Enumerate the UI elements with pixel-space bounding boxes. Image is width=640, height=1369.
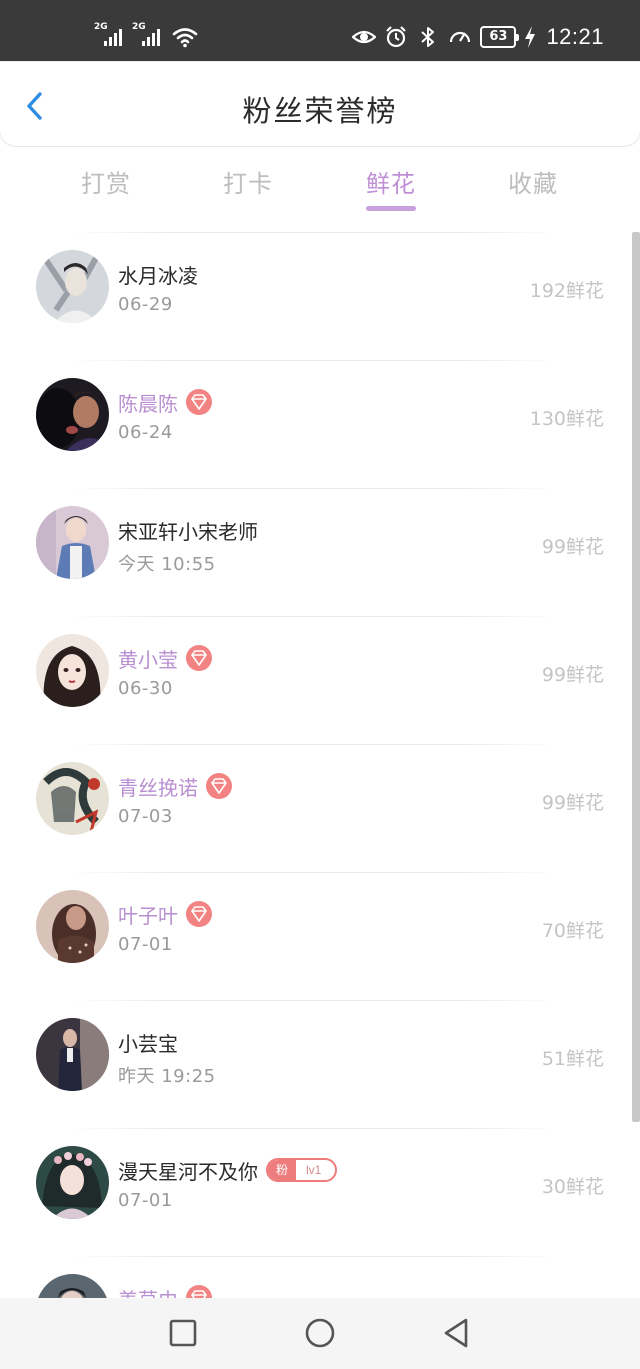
diamond-icon	[191, 1290, 207, 1298]
avatar[interactable]	[36, 250, 109, 323]
app-header: 粉丝荣誉榜	[0, 62, 640, 146]
list-item[interactable]: 宋亚轩小宋老师 今天 10:55 99鲜花	[0, 488, 630, 616]
fan-ranking-list[interactable]: 水月冰凌 06-29 192鲜花 陈晨陈 06-24 130鲜花 宋亚轩小宋老师…	[0, 232, 630, 1298]
list-item[interactable]: 叶子叶 07-01 70鲜花	[0, 872, 630, 1000]
gift-date: 07-01	[118, 1190, 173, 1211]
user-name[interactable]: 叶子叶	[118, 900, 178, 929]
charging-icon	[525, 26, 536, 48]
page-title: 粉丝荣誉榜	[242, 94, 398, 128]
avatar[interactable]	[36, 762, 109, 835]
divider	[70, 232, 560, 233]
tab-checkin[interactable]: 打卡	[198, 164, 298, 199]
list-item[interactable]: 姜草由	[0, 1256, 630, 1298]
user-name[interactable]: 宋亚轩小宋老师	[118, 516, 258, 545]
scrollbar[interactable]	[632, 232, 640, 1122]
avatar[interactable]	[36, 634, 109, 707]
avatar[interactable]	[36, 378, 109, 451]
user-name[interactable]: 姜草由	[118, 1284, 178, 1299]
flower-count: 70鲜花	[541, 920, 604, 942]
gift-date: 06-29	[118, 294, 173, 315]
user-name[interactable]: 小芸宝	[118, 1028, 178, 1057]
list-item[interactable]: 漫天星河不及你 粉 lv1 07-01 30鲜花	[0, 1128, 630, 1256]
flower-count: 99鲜花	[541, 792, 604, 814]
divider	[70, 488, 560, 489]
list-item[interactable]: 黄小莹 06-30 99鲜花	[0, 616, 630, 744]
back-triangle-icon[interactable]	[440, 1316, 474, 1350]
diamond-icon	[191, 906, 207, 922]
list-item[interactable]: 陈晨陈 06-24 130鲜花	[0, 360, 630, 488]
avatar[interactable]	[36, 1146, 109, 1219]
gift-date: 06-30	[118, 678, 173, 699]
gift-date: 昨天 19:25	[118, 1066, 216, 1087]
avatar[interactable]	[36, 1274, 109, 1298]
clock: 12:21	[546, 24, 604, 49]
flower-count: 192鲜花	[529, 280, 604, 302]
user-name[interactable]: 陈晨陈	[118, 388, 178, 417]
avatar[interactable]	[36, 506, 109, 579]
system-navigation-bar	[0, 1298, 640, 1369]
avatar[interactable]	[36, 890, 109, 963]
divider	[70, 360, 560, 361]
divider	[70, 616, 560, 617]
diamond-icon	[191, 394, 207, 410]
signal-icon: 2G	[94, 22, 124, 48]
tab-favorites[interactable]: 收藏	[483, 164, 583, 199]
divider	[70, 1128, 560, 1129]
avatar[interactable]	[36, 1018, 109, 1091]
diamond-icon	[211, 778, 227, 794]
gift-date: 07-03	[118, 806, 173, 827]
user-name[interactable]: 黄小莹	[118, 644, 178, 673]
fan-level-badge: 粉 lv1	[266, 1158, 338, 1182]
flower-count: 99鲜花	[541, 536, 604, 558]
fan-badge-label: 粉	[268, 1160, 297, 1180]
tab-reward[interactable]: 打赏	[56, 164, 156, 199]
gift-date: 06-24	[118, 422, 173, 443]
gift-date: 今天 10:55	[118, 554, 216, 575]
fan-badge-level: lv1	[306, 1163, 322, 1177]
tab-flowers[interactable]: 鲜花	[341, 164, 441, 211]
list-item[interactable]: 水月冰凌 06-29 192鲜花	[0, 232, 630, 360]
battery-indicator: 63	[480, 26, 520, 48]
list-item[interactable]: 青丝挽诺 07-03 99鲜花	[0, 744, 630, 872]
flower-count: 30鲜花	[541, 1176, 604, 1198]
vip-diamond-badge	[186, 901, 212, 927]
status-bar: 2G 2G 63 12:21	[0, 0, 640, 62]
tab-bar: 打赏 打卡 鲜花 收藏	[0, 146, 640, 232]
vip-diamond-badge	[186, 645, 212, 671]
vip-diamond-badge	[206, 773, 232, 799]
vip-diamond-badge	[186, 389, 212, 415]
divider	[70, 744, 560, 745]
tab-active-indicator	[366, 206, 416, 211]
divider	[70, 872, 560, 873]
wifi-icon	[172, 28, 198, 48]
list-item[interactable]: 小芸宝 昨天 19:25 51鲜花	[0, 1000, 630, 1128]
divider	[70, 1000, 560, 1001]
user-name[interactable]: 漫天星河不及你	[118, 1156, 258, 1185]
user-name[interactable]: 水月冰凌	[118, 260, 198, 289]
bluetooth-icon	[421, 27, 435, 47]
flower-count: 51鲜花	[541, 1048, 604, 1070]
signal-icon: 2G	[132, 22, 162, 48]
alarm-icon	[386, 26, 407, 48]
speedometer-icon	[450, 31, 471, 43]
diamond-icon	[191, 650, 207, 666]
home-circle-icon[interactable]	[303, 1316, 337, 1350]
vip-diamond-badge	[186, 1285, 212, 1298]
divider	[70, 1256, 560, 1257]
user-name[interactable]: 青丝挽诺	[118, 772, 198, 801]
eye-icon	[352, 30, 377, 44]
flower-count: 130鲜花	[529, 408, 604, 430]
flower-count: 99鲜花	[541, 664, 604, 686]
recent-apps-square-icon[interactable]	[166, 1316, 200, 1350]
gift-date: 07-01	[118, 934, 173, 955]
